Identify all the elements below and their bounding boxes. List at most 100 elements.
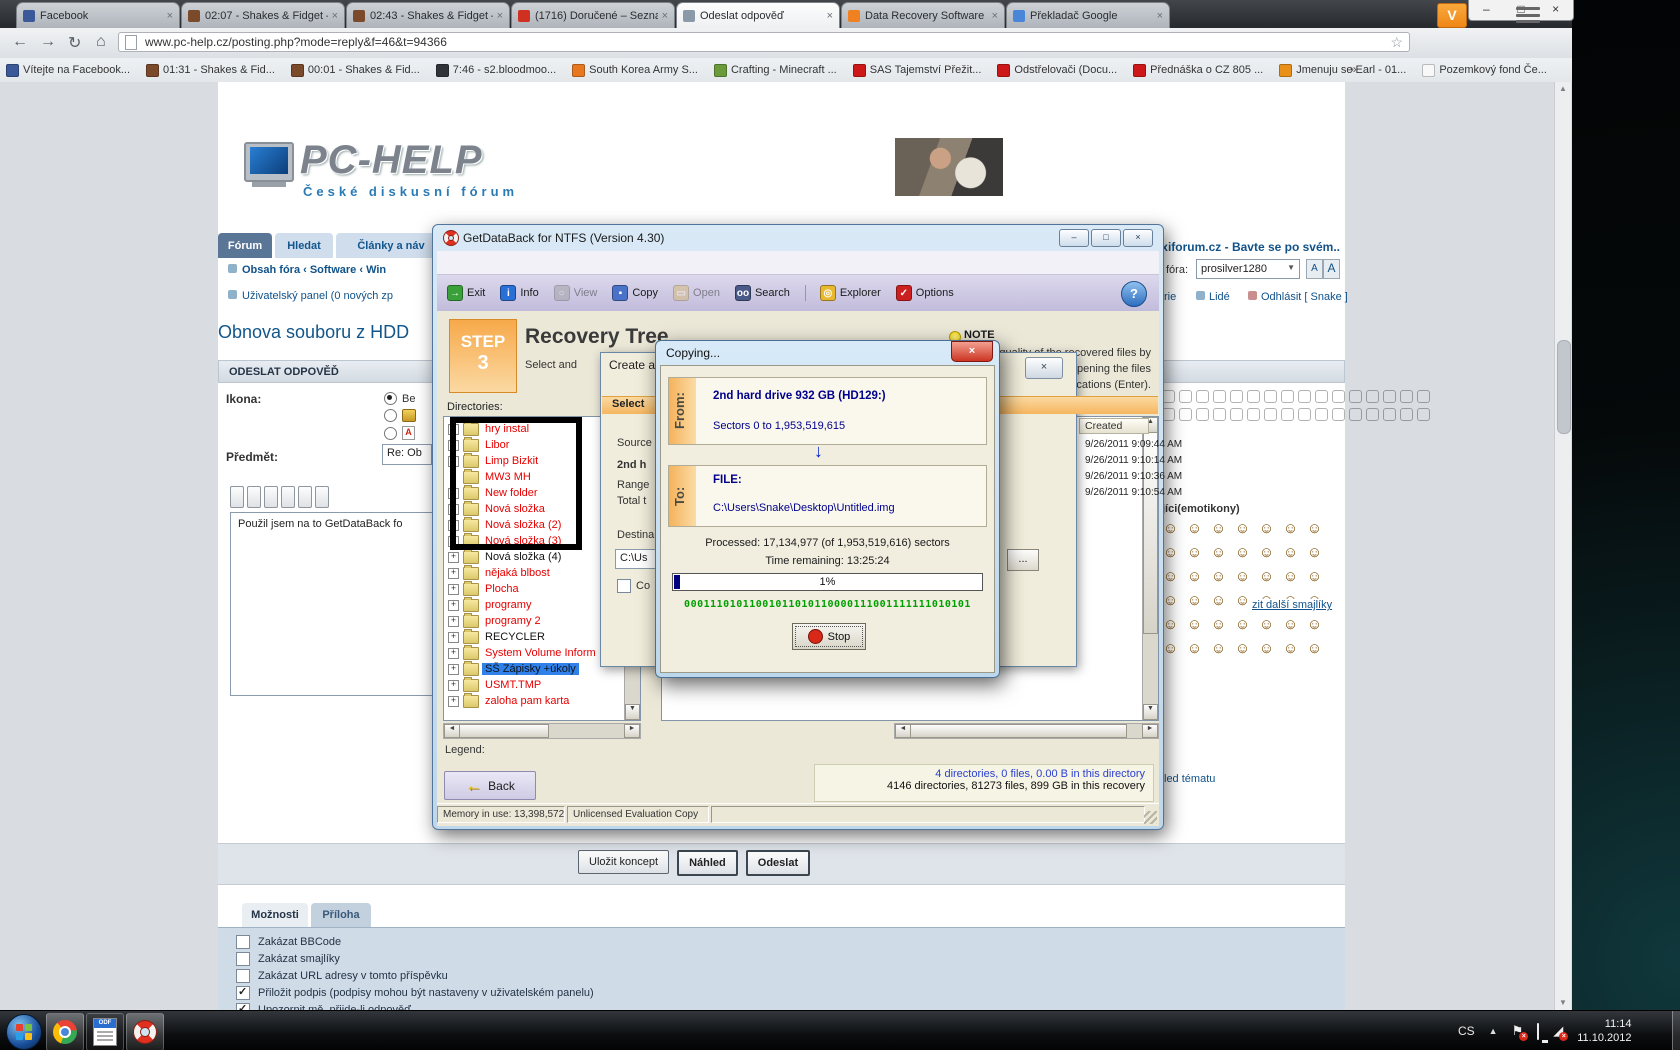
preview-button[interactable]: Náhled [677,850,738,876]
smiley-icon[interactable]: ☺ [1234,520,1251,537]
smiley-icon[interactable]: ☺ [1210,640,1227,657]
bookmarks-overflow-icon[interactable]: » [1350,62,1357,76]
taskbar-clock[interactable]: 11:14 11.10.2012 [1577,1017,1631,1045]
resize-grip[interactable] [1144,811,1157,824]
radio-icon[interactable] [384,426,397,440]
scroll-up-icon[interactable]: ▲ [1555,82,1571,96]
smiley-icon[interactable]: ☺ [1186,640,1203,657]
smiley-icon[interactable]: ☺ [1234,568,1251,585]
icon-option-none[interactable]: Be [384,392,415,405]
minimize-button[interactable]: – [1469,0,1504,20]
bookmark-item[interactable]: Vítejte na Facebook... [6,63,130,77]
post-icon[interactable] [1315,390,1328,403]
radio-icon[interactable] [384,409,397,422]
tree-item[interactable]: + USMT.TMP [444,676,640,693]
post-icon[interactable] [1213,408,1226,421]
back-button[interactable]: ← Back [444,771,536,800]
scrollbar-thumb[interactable] [1557,340,1571,434]
tab-close-icon[interactable]: × [662,10,668,22]
toolbar-button[interactable]: ○ View [553,285,597,301]
nav-tab-articles[interactable]: Články a náv [336,233,446,258]
smiley-icon[interactable]: ☺ [1186,544,1203,561]
smiley-icon[interactable]: ☺ [1282,520,1299,537]
style-select[interactable]: prosilver1280 ▼ [1196,259,1300,279]
subject-input[interactable]: Re: Ob [382,444,432,465]
copy-option[interactable]: Co [617,579,650,593]
smiley-icon[interactable]: ☺ [1162,520,1179,537]
scroll-down-icon[interactable]: ▼ [1555,996,1571,1010]
post-icon[interactable] [1213,390,1226,403]
post-icon[interactable] [1247,408,1260,421]
smiley-icon[interactable]: ☺ [1210,544,1227,561]
smiley-icon[interactable]: ☺ [1210,520,1227,537]
action-center-icon[interactable]: ⚑ × [1512,1023,1529,1041]
breadcrumb[interactable]: Obsah fóra ‹ Software ‹ Win [228,264,386,276]
post-icon[interactable] [1366,390,1379,403]
smiley-icon[interactable]: ☺ [1306,616,1323,633]
network-icon[interactable] [1537,1022,1540,1040]
people-link[interactable]: Lidé [1196,291,1230,303]
tab-close-icon[interactable]: × [332,10,338,22]
smiley-icon[interactable]: ☺ [1234,544,1251,561]
gallery-link-fragment[interactable]: rie [1164,291,1176,303]
close-button[interactable]: × [1123,229,1153,247]
bbcode-button[interactable] [298,486,312,508]
tray-expand-icon[interactable]: ▲ [1489,1026,1498,1036]
post-icon[interactable] [1179,390,1192,403]
menu-icon[interactable] [1516,7,1540,23]
post-icon[interactable] [1230,408,1243,421]
promo-link[interactable]: axiforum.cz - Bavte se po svém.. [1155,240,1340,254]
bookmark-item[interactable]: Pozemkový fond Če... [1422,63,1547,77]
post-icon[interactable] [1281,408,1294,421]
bookmark-item[interactable]: SAS Tajemství Přežit... [852,63,981,77]
smiley-icon[interactable]: ☺ [1162,616,1179,633]
post-icon[interactable] [1196,390,1209,403]
bookmark-item[interactable]: 7:46 - s2.bloodmoo... [435,63,556,77]
smiley-icon[interactable]: ☺ [1306,520,1323,537]
option-row[interactable]: Zakázat smajlíky [236,952,340,966]
bookmark-item[interactable]: 01:31 - Shakes & Fid... [146,63,275,77]
nav-tab-forum[interactable]: Fórum [218,233,272,258]
bookmark-item[interactable]: Odstřelovači (Docu... [997,63,1117,77]
checkbox-icon[interactable] [236,952,250,966]
tab-attachment[interactable]: Příloha [311,903,371,927]
post-icon[interactable] [1298,390,1311,403]
bbcode-button[interactable] [247,486,261,508]
expand-icon[interactable]: + [448,583,459,595]
expand-icon[interactable]: + [448,599,459,611]
expand-icon[interactable]: + [448,551,459,563]
post-icon[interactable] [1417,408,1430,421]
post-icon[interactable] [1315,408,1328,421]
page-scrollbar[interactable]: ▲ ▼ [1554,82,1571,1010]
stop-button[interactable]: Stop [792,623,866,650]
message-textarea[interactable]: Použil jsem na to GetDataBack fo [230,512,434,696]
file-list-horizontal-scrollbar[interactable]: ◄ ► [894,723,1159,739]
close-button[interactable]: × [951,341,993,362]
tab-close-icon[interactable]: × [992,10,998,22]
post-icon[interactable] [1366,408,1379,421]
address-input[interactable] [143,34,1391,50]
reload-icon[interactable]: ↻ [68,33,81,53]
smiley-icon[interactable]: ☺ [1210,592,1227,609]
expand-icon[interactable]: + [448,615,459,627]
smiley-icon[interactable]: ☺ [1282,544,1299,561]
back-icon[interactable]: ← [12,33,28,51]
smiley-icon[interactable]: ☺ [1258,544,1275,561]
browser-tab[interactable]: 02:43 - Shakes & Fidget – T × [346,2,510,28]
help-button[interactable]: ? [1121,281,1147,307]
checkbox-icon[interactable] [617,579,631,593]
expand-icon[interactable]: + [448,567,459,579]
browser-tab[interactable]: Data Recovery Software Pr × [841,2,1005,28]
submit-button[interactable]: Odeslat [745,850,811,876]
taskbar-getdataback[interactable] [126,1013,164,1050]
option-row[interactable]: Přiložit podpis (podpisy mohou být nasta… [236,985,594,1000]
bookmark-item[interactable]: Přednáška o CZ 805 ... [1133,63,1263,77]
bookmark-item[interactable]: Crafting - Minecraft ... [713,63,837,77]
close-button[interactable]: × [1025,357,1063,379]
checkbox-icon[interactable] [236,935,250,949]
toolbar-button[interactable]: ✓ Options [895,285,954,301]
post-icon[interactable] [1332,390,1345,403]
post-icon[interactable] [1230,390,1243,403]
created-column-header[interactable]: Created [1079,418,1149,434]
smiley-icon[interactable]: ☺ [1306,640,1323,657]
